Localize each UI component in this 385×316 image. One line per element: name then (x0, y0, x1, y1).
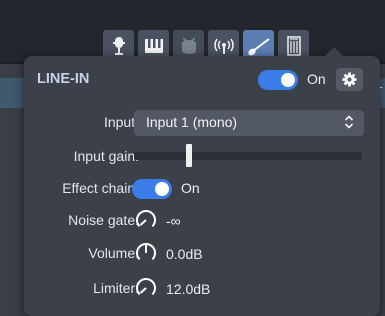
guitar-icon (247, 37, 270, 55)
microphone-icon (112, 36, 125, 55)
toggle-knob (155, 182, 169, 196)
gear-icon (342, 72, 357, 87)
volume-label: Volume: (88, 245, 139, 261)
volume-knob[interactable] (134, 241, 158, 265)
line-in-popover: LINE-IN On Input: Input 1 (mono) Input g… (24, 47, 380, 316)
drum-icon (181, 36, 196, 54)
input-select[interactable]: Input 1 (mono) (134, 110, 364, 136)
broadcast-icon (213, 38, 234, 54)
input-gain-label: Input gain: (73, 148, 139, 164)
limiter-value: 12.0dB (166, 281, 211, 297)
power-toggle-label: On (307, 71, 326, 87)
power-toggle[interactable] (258, 70, 298, 90)
input-gain-slider-thumb[interactable] (186, 144, 192, 167)
panel-title: LINE-IN (37, 71, 90, 87)
noise-gate-knob[interactable] (134, 208, 158, 232)
volume-value: 0.0dB (166, 246, 203, 262)
settings-button[interactable] (336, 68, 363, 91)
popover-caret (324, 47, 344, 57)
limiter-label: Limiter: (93, 280, 139, 296)
piano-keys-icon (144, 38, 163, 53)
noise-gate-label: Noise gate: (68, 212, 139, 228)
chevron-updown-icon (344, 114, 354, 135)
amp-icon (286, 35, 301, 56)
effect-chain-toggle-label: On (181, 180, 200, 196)
effect-chain-label: Effect chain: (62, 180, 139, 196)
noise-gate-value: -∞ (166, 213, 181, 229)
input-select-value: Input 1 (mono) (146, 114, 238, 130)
input-gain-slider[interactable] (134, 152, 362, 160)
limiter-knob[interactable] (134, 276, 158, 300)
toggle-knob (281, 73, 295, 87)
effect-chain-toggle[interactable] (132, 179, 172, 199)
